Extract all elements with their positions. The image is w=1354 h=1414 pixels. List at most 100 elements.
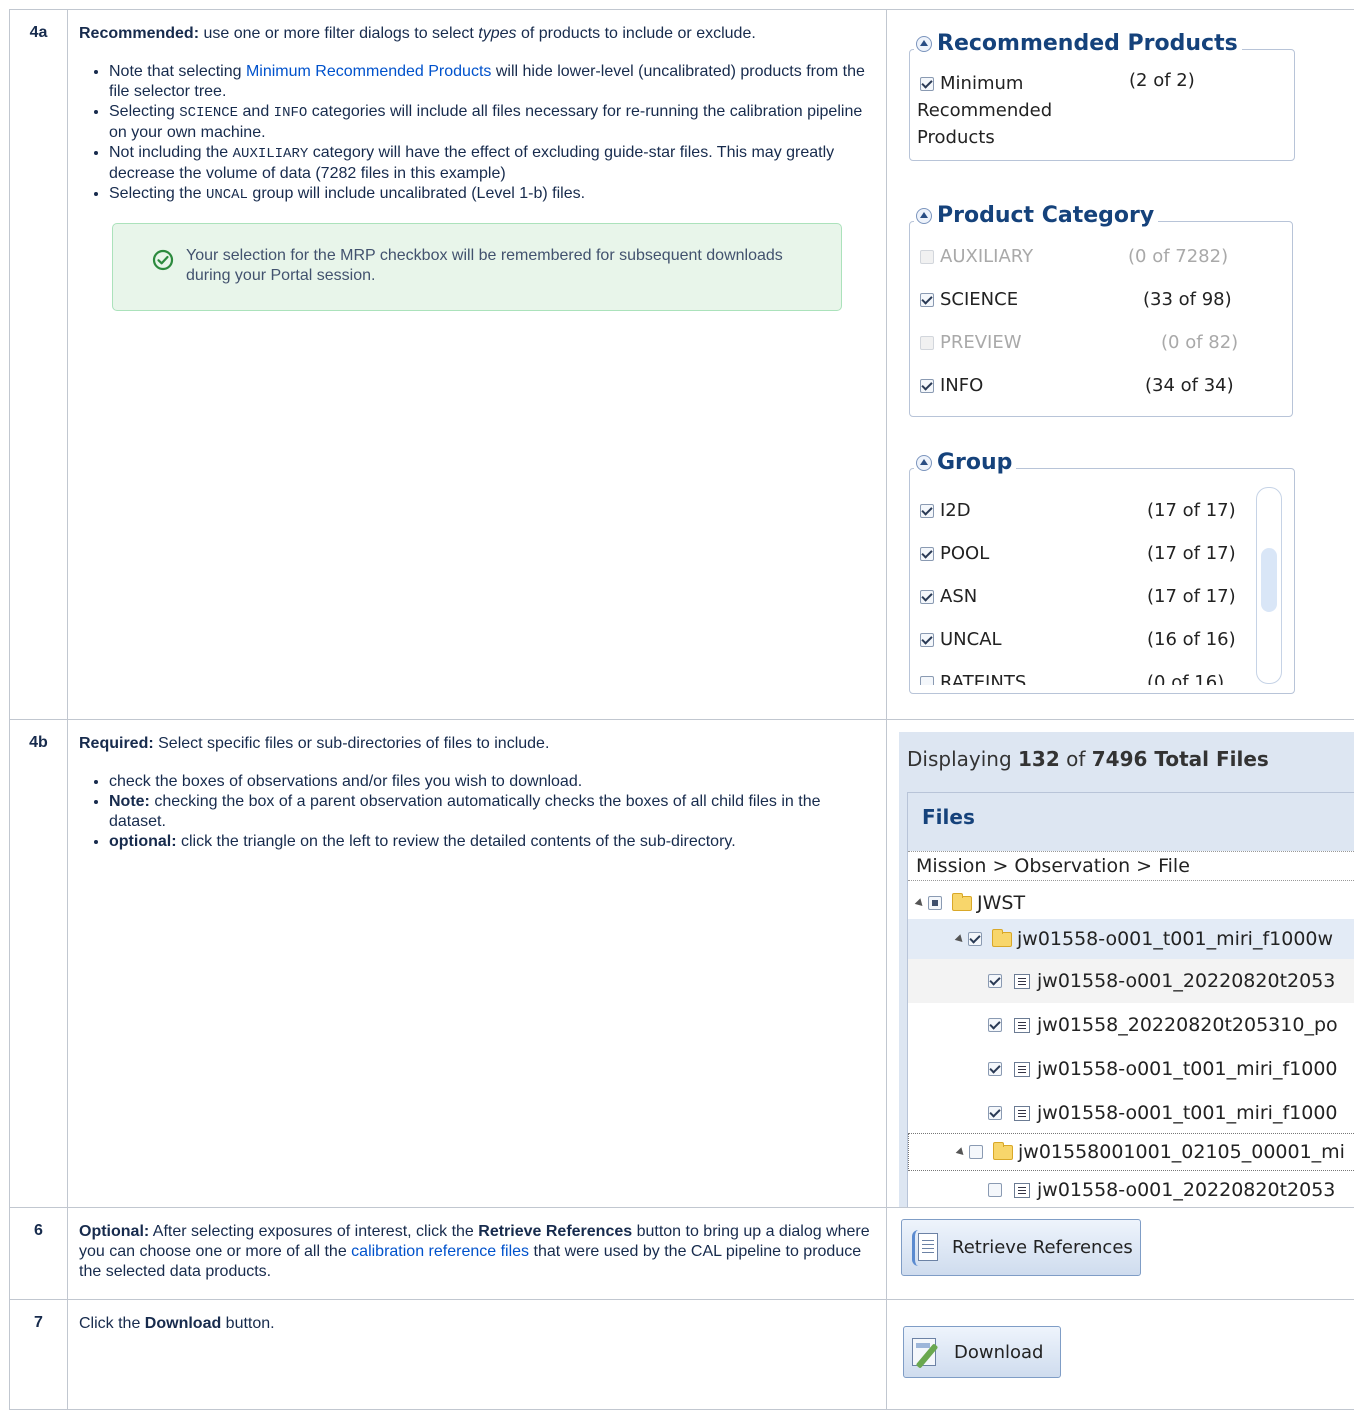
filter-item-mrp[interactable]: Minimum Recommended Products: [917, 70, 1052, 151]
lead-label: Recommended:: [79, 25, 200, 42]
lead-label: Optional:: [79, 1223, 150, 1240]
checkbox[interactable]: [920, 249, 934, 264]
filter-count: (17 of 17): [1147, 543, 1236, 564]
collapse-icon[interactable]: [916, 207, 932, 224]
filter-item-i2d[interactable]: I2D: [920, 500, 971, 521]
checkbox[interactable]: [920, 76, 934, 91]
success-info-box: Your selection for the MRP checkbox will…: [112, 223, 842, 311]
checkbox[interactable]: [920, 675, 934, 685]
step-row-6: 6 Optional: After selecting exposures of…: [9, 1207, 1354, 1300]
panel-legend: Recommended Products: [914, 31, 1242, 56]
filters-screenshot: Recommended Products Minimum Recommended…: [886, 9, 1354, 720]
collapse-icon[interactable]: [916, 35, 932, 52]
download-screenshot: Download: [886, 1299, 1354, 1410]
file-icon: [1014, 973, 1030, 989]
checkbox[interactable]: [920, 292, 934, 307]
checkbox[interactable]: [988, 1106, 1002, 1120]
filter-count: (16 of 16): [1147, 629, 1236, 650]
step-row-4a: 4a Recommended: use one or more filter d…: [9, 9, 1354, 720]
folder-icon: [993, 1141, 1013, 1160]
tree-row-observation[interactable]: jw01558-o001_t001_miri_f1000w: [908, 919, 1354, 959]
files-title: Files: [922, 805, 975, 829]
checkbox[interactable]: [968, 932, 982, 946]
bullet-list: check the boxes of observations and/or f…: [79, 772, 876, 852]
filter-count: (33 of 98): [1143, 289, 1232, 310]
step-description: Optional: After selecting exposures of i…: [67, 1207, 887, 1300]
displaying-count: Displaying 132 of 7496 Total Files: [907, 747, 1269, 771]
list-item: Selecting the UNCAL group will include u…: [109, 184, 876, 205]
checkbox[interactable]: [920, 335, 934, 350]
checkbox[interactable]: [988, 1018, 1002, 1032]
folder-icon: [992, 928, 1012, 947]
step-row-7: 7 Click the Download button. Download: [9, 1299, 1354, 1410]
checkbox[interactable]: [988, 974, 1002, 988]
checkbox[interactable]: [920, 546, 934, 561]
tree-row-file[interactable]: jw01558-o001_20220820t2053: [908, 1171, 1354, 1207]
steps-table: 4a Recommended: use one or more filter d…: [9, 9, 1354, 1410]
checkbox[interactable]: [928, 896, 942, 910]
checkbox[interactable]: [920, 503, 934, 518]
filter-count: (0 of 7282): [1128, 246, 1229, 267]
tree-row-observation[interactable]: jw01558001001_02105_00001_mi: [908, 1133, 1354, 1171]
checkbox[interactable]: [920, 378, 934, 393]
list-item: Not including the AUXILIARY category wil…: [109, 143, 876, 184]
files-screenshot: Displaying 132 of 7496 Total Files Files…: [886, 719, 1354, 1208]
checkbox[interactable]: [920, 589, 934, 604]
expand-triangle-icon[interactable]: [914, 897, 926, 909]
expand-triangle-icon[interactable]: [954, 933, 966, 945]
filter-item-pool[interactable]: POOL: [920, 543, 989, 564]
checkbox[interactable]: [988, 1183, 1002, 1197]
check-circle-icon: [152, 249, 174, 271]
expand-triangle-icon[interactable]: [955, 1146, 967, 1158]
list-item: Selecting SCIENCE and INFO categories wi…: [109, 102, 876, 143]
folder-icon: [952, 892, 972, 911]
step-number: 4b: [9, 719, 68, 1208]
step-number: 7: [9, 1299, 68, 1410]
list-item: optional: click the triangle on the left…: [109, 832, 876, 852]
scroll-thumb[interactable]: [1261, 548, 1277, 612]
retrieve-screenshot: Retrieve References: [886, 1207, 1354, 1300]
step-description: Required: Select specific files or sub-d…: [67, 719, 887, 1208]
filter-count: (17 of 17): [1147, 500, 1236, 521]
tree-row-file[interactable]: jw01558-o001_t001_miri_f1000: [908, 1047, 1354, 1091]
tree-row-file[interactable]: jw01558-o001_t001_miri_f1000: [908, 1091, 1354, 1135]
filter-item-rateints[interactable]: RATEINTS: [920, 672, 1026, 685]
file-icon: [1014, 1017, 1030, 1033]
list-item: Note: checking the box of a parent obser…: [109, 792, 876, 832]
group-scrollbar[interactable]: [1256, 487, 1282, 684]
file-icon: [1014, 1105, 1030, 1121]
document-icon: [912, 1229, 944, 1266]
download-edit-icon: [910, 1334, 946, 1370]
step-description: Recommended: use one or more filter dial…: [67, 9, 887, 720]
checkbox[interactable]: [988, 1062, 1002, 1076]
checkbox[interactable]: [920, 632, 934, 647]
filter-item-science[interactable]: SCIENCE: [920, 289, 1018, 310]
filter-item-info[interactable]: INFO: [920, 375, 983, 396]
lead-label: Required:: [79, 735, 154, 752]
calibration-reference-link[interactable]: calibration reference files: [351, 1243, 529, 1260]
column-header[interactable]: Mission > Observation > File: [908, 851, 1354, 881]
tree-row-jwst[interactable]: JWST: [908, 883, 1354, 923]
bullet-list: Note that selecting Minimum Recommended …: [79, 62, 876, 205]
filter-item-uncal[interactable]: UNCAL: [920, 629, 1002, 650]
step-number: 6: [9, 1207, 68, 1300]
step-number: 4a: [9, 9, 68, 720]
filter-count: (2 of 2): [1129, 70, 1195, 91]
file-icon: [1014, 1061, 1030, 1077]
retrieve-references-button[interactable]: Retrieve References: [901, 1219, 1141, 1276]
download-button[interactable]: Download: [903, 1326, 1061, 1378]
filter-item-asn[interactable]: ASN: [920, 586, 977, 607]
checkbox[interactable]: [969, 1145, 983, 1159]
tree-row-file[interactable]: jw01558-o001_20220820t2053: [908, 959, 1354, 1003]
step-lead-paragraph: Recommended: use one or more filter dial…: [79, 25, 756, 42]
filter-item-auxiliary[interactable]: AUXILIARY: [920, 246, 1033, 267]
files-tree-box: Files Mission > Observation > File JWST …: [907, 792, 1354, 1207]
group-panel: Group I2D (17 of 17) POOL (17 of 17) ASN…: [909, 450, 1295, 694]
mrp-link[interactable]: Minimum Recommended Products: [246, 63, 491, 80]
list-item: check the boxes of observations and/or f…: [109, 772, 876, 792]
tree-row-file[interactable]: jw01558_20220820t205310_po: [908, 1003, 1354, 1047]
filter-item-preview[interactable]: PREVIEW: [920, 332, 1022, 353]
panel-legend: Product Category: [914, 203, 1159, 228]
recommended-products-panel: Recommended Products Minimum Recommended…: [909, 31, 1295, 161]
filter-count: (34 of 34): [1145, 375, 1234, 396]
